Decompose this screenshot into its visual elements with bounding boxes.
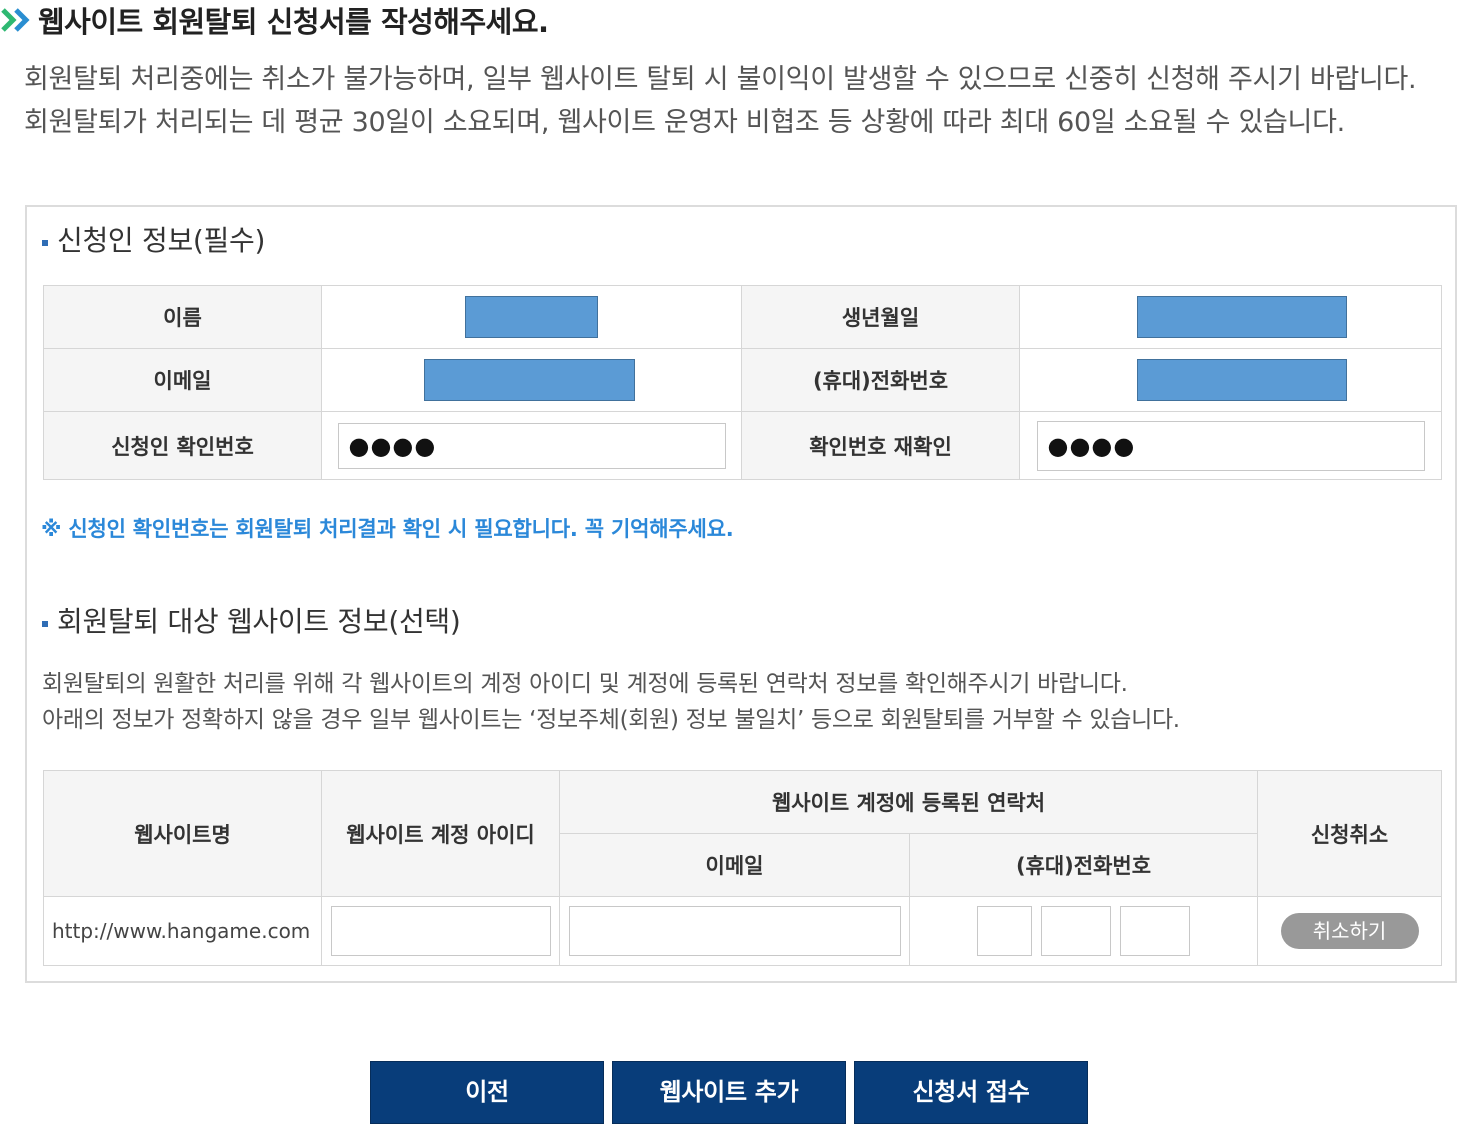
contact-group-header: 웹사이트 계정에 등록된 연락처 xyxy=(559,770,1258,834)
pin-cell: ●●●● xyxy=(321,411,742,480)
prev-button[interactable]: 이전 xyxy=(370,1061,604,1124)
websites-desc-line2: 아래의 정보가 정확하지 않을 경우 일부 웹사이트는 ‘정보주체(회원) 정보… xyxy=(42,707,1180,733)
intro-text: 회원탈퇴 처리중에는 취소가 불가능하며, 일부 웹사이트 탈퇴 시 불이익이 … xyxy=(24,64,1417,138)
email-redacted xyxy=(424,359,635,401)
contact-phone-header: (휴대)전화번호 xyxy=(909,833,1258,897)
contact-email-header: 이메일 xyxy=(559,833,910,897)
page-title-text: 웹사이트 회원탈퇴 신청서를 작성해주세요. xyxy=(38,5,549,39)
birth-label: 생년월일 xyxy=(741,285,1020,349)
websites-section-title-text: 회원탈퇴 대상 웹사이트 정보(선택) xyxy=(57,605,461,638)
email-label: 이메일 xyxy=(43,348,322,412)
form-panel: 신청인 정보(필수) 이름 생년월일 이메일 (휴대)전화번호 신청인 확인번호… xyxy=(25,205,1457,983)
websites-table: 웹사이트명 웹사이트 계정 아이디 웹사이트 계정에 등록된 연락처 신청취소 … xyxy=(43,770,1442,966)
page-title: 웹사이트 회원탈퇴 신청서를 작성해주세요. xyxy=(0,0,549,40)
birth-redacted xyxy=(1136,296,1347,338)
pin-confirm-cell: ●●●● xyxy=(1019,411,1442,480)
pin-note: ※ 신청인 확인번호는 회원탈퇴 처리결과 확인 시 필요합니다. 꼭 기억해주… xyxy=(41,517,734,541)
site-name-header: 웹사이트명 xyxy=(43,770,322,897)
applicant-row-name: 이름 생년월일 xyxy=(43,285,1442,349)
applicant-row-pin: 신청인 확인번호 ●●●● 확인번호 재확인 ●●●● xyxy=(43,411,1442,480)
cancel-button[interactable]: 취소하기 xyxy=(1280,913,1419,949)
phone-label: (휴대)전화번호 xyxy=(741,348,1020,412)
phone-part2-input[interactable] xyxy=(1041,906,1111,956)
applicant-section-title-text: 신청인 정보(필수) xyxy=(57,224,266,257)
contact-email-input[interactable] xyxy=(568,906,901,956)
phone-redacted xyxy=(1136,359,1347,401)
submit-button[interactable]: 신청서 접수 xyxy=(854,1061,1088,1124)
name-redacted xyxy=(464,296,598,338)
account-id-input[interactable] xyxy=(330,906,551,956)
pin-confirm-input[interactable]: ●●●● xyxy=(1036,420,1425,471)
contact-email-cell xyxy=(559,896,910,966)
phone-part1-input[interactable] xyxy=(976,906,1032,956)
pin-label: 신청인 확인번호 xyxy=(43,411,322,480)
bullet-icon xyxy=(42,240,48,246)
birth-cell xyxy=(1019,285,1442,349)
applicant-section-title: 신청인 정보(필수) xyxy=(42,219,265,259)
cancel-header: 신청취소 xyxy=(1257,770,1442,897)
account-id-cell xyxy=(321,896,560,966)
contact-phone-cell xyxy=(909,896,1258,966)
action-buttons: 이전 웹사이트 추가 신청서 접수 xyxy=(370,1061,1088,1124)
websites-desc-line1: 회원탈퇴의 원활한 처리를 위해 각 웹사이트의 계정 아이디 및 계정에 등록… xyxy=(42,671,1128,697)
phone-cell xyxy=(1019,348,1442,412)
pin-confirm-label: 확인번호 재확인 xyxy=(741,411,1020,480)
email-cell xyxy=(321,348,742,412)
websites-header-row1: 웹사이트명 웹사이트 계정 아이디 웹사이트 계정에 등록된 연락처 신청취소 xyxy=(43,770,1442,897)
websites-section-title: 회원탈퇴 대상 웹사이트 정보(선택) xyxy=(42,600,461,640)
pin-input[interactable]: ●●●● xyxy=(337,422,726,469)
phone-part3-input[interactable] xyxy=(1120,906,1191,956)
site-url: http://www.hangame.com xyxy=(43,896,322,966)
name-label: 이름 xyxy=(43,285,322,349)
websites-description: 회원탈퇴의 원활한 처리를 위해 각 웹사이트의 계정 아이디 및 계정에 등록… xyxy=(42,666,1442,738)
double-chevron-right-icon xyxy=(1,8,30,32)
add-website-button[interactable]: 웹사이트 추가 xyxy=(612,1061,846,1124)
bullet-icon xyxy=(42,621,48,627)
cancel-cell: 취소하기 xyxy=(1257,896,1442,966)
account-id-header: 웹사이트 계정 아이디 xyxy=(321,770,560,897)
name-cell xyxy=(321,285,742,349)
table-row: http://www.hangame.com 취소하기 xyxy=(43,896,1442,966)
applicant-row-email: 이메일 (휴대)전화번호 xyxy=(43,348,1442,412)
applicant-table: 이름 생년월일 이메일 (휴대)전화번호 신청인 확인번호 ●●●● 확인번호 … xyxy=(43,285,1442,480)
